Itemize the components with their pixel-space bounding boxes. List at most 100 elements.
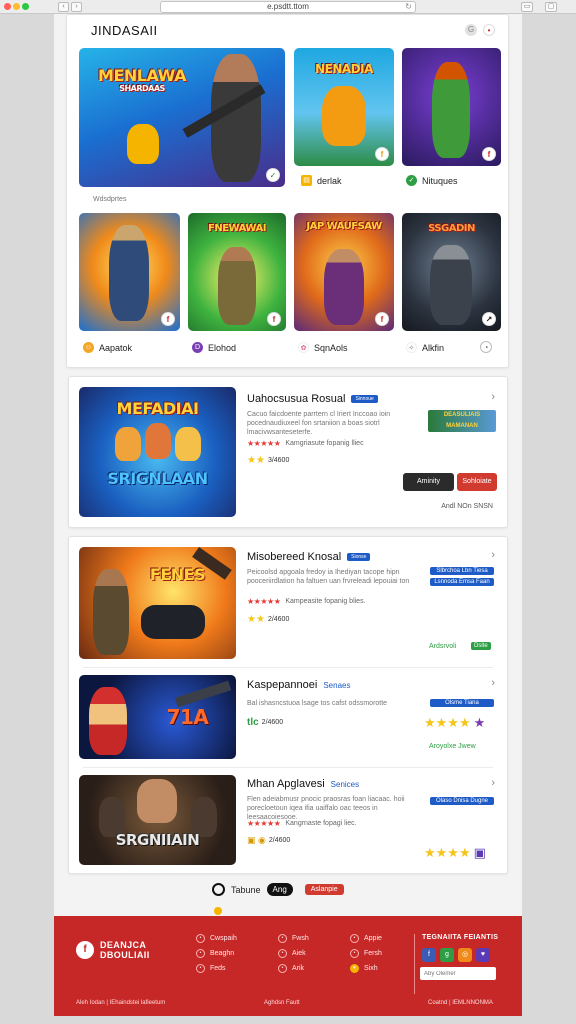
footer-brand[interactable]: f DEANJCA DBOULIAII	[76, 940, 150, 960]
rating-count: 2/4600	[267, 616, 290, 623]
link-icon: •	[196, 949, 205, 958]
listing-description: Cacuo faicdoente parrtern cl Iriert Incc…	[247, 411, 391, 436]
weapon-shape	[174, 680, 232, 708]
score-row: ▣ ◉ 2/4600	[247, 835, 290, 846]
social-facebook-icon[interactable]: f	[422, 948, 436, 962]
character-figure	[175, 427, 201, 461]
art-subtitle: SRIGNLAAN	[107, 469, 208, 488]
social-share-icon[interactable]: g	[440, 948, 454, 962]
newsletter-input[interactable]	[420, 967, 496, 980]
character-figure	[109, 225, 149, 321]
listing-title[interactable]: Uahocsusua Rosual Sinnoue	[247, 393, 378, 405]
tile-title: SSGADIN	[428, 223, 475, 234]
footer-link[interactable]: • Appie	[350, 934, 382, 943]
forward-button[interactable]: ›	[71, 2, 82, 12]
list-icon: ▤	[301, 175, 312, 186]
footer-link[interactable]: • Feds	[196, 964, 226, 973]
caption-label: derlak	[317, 175, 342, 186]
footer-link[interactable]: • Fwsh	[278, 934, 309, 943]
listing-title[interactable]: Kaspepannoei Senaes	[247, 679, 350, 691]
category-tag: Sionse	[347, 553, 371, 562]
featured-game-tile-3[interactable]: f	[402, 48, 501, 166]
reload-icon[interactable]: ↻	[405, 2, 412, 12]
footer-center-text[interactable]: Aghdsn Fautt	[264, 1000, 300, 1006]
social-heart-icon[interactable]: ♥	[476, 948, 490, 962]
footer-link[interactable]: ♥ Sixh	[350, 964, 378, 973]
control-label[interactable]: Tabune	[231, 885, 261, 895]
character-figure	[145, 423, 171, 459]
featured-game-tile-2[interactable]: NENADIA f	[294, 48, 394, 166]
minimize-window-button[interactable]	[13, 3, 20, 10]
tag-button[interactable]: Ang	[266, 883, 293, 896]
listing-title[interactable]: Misobereed Knosal Sionse	[247, 551, 371, 563]
info-pill[interactable]: Olaso Dnisa Dugne	[430, 797, 494, 805]
subscribe-button[interactable]: Sohloiate	[457, 473, 497, 491]
maximize-window-button[interactable]	[22, 3, 29, 10]
badge-icon: f	[375, 312, 389, 326]
chevron-right-icon[interactable]: ›	[491, 549, 495, 561]
page: JINDASAII G • MENLAWA SHARDAAS ✓ NENADIA…	[54, 14, 522, 1016]
site-brand[interactable]: JINDASAII	[91, 23, 158, 38]
bottom-controls: Tabune Ang Aslanpie	[212, 883, 344, 896]
notification-icon[interactable]: •	[483, 24, 495, 36]
activity-button[interactable]: Aminity	[403, 473, 454, 491]
badge-icon: f	[267, 312, 281, 326]
game-caption-1[interactable]: ☺ Aapatok	[83, 342, 132, 353]
toggle-icon[interactable]	[212, 883, 225, 896]
game-tile-3[interactable]: JAP WAUFSAW f	[294, 213, 394, 331]
apply-button[interactable]: Aslanpie	[304, 884, 344, 895]
footer-divider	[414, 934, 415, 994]
info-pill[interactable]: Lsnnoda Emsa Faan	[430, 578, 494, 586]
game-thumb[interactable]: DEASULIAIS MAMANAN	[428, 410, 496, 432]
info-pill[interactable]: Slbrchoa Lbn Tiesa	[430, 567, 494, 575]
footer-link[interactable]: • Fersh	[350, 949, 382, 958]
footer-link[interactable]: • Cwspaih	[196, 934, 237, 943]
featured-game-tile-1[interactable]: MENLAWA SHARDAAS ✓	[79, 48, 285, 187]
character-figure	[137, 779, 177, 823]
brand-logo-icon: f	[76, 941, 94, 959]
chevron-right-icon[interactable]: ›	[491, 391, 495, 403]
coin-icon: ▣ ◉	[247, 835, 266, 845]
game-tile-4[interactable]: SSGADIN ↗	[402, 213, 501, 331]
listing-title[interactable]: Mhan Apglavesi Senices	[247, 778, 359, 790]
share-icon[interactable]: ▢	[545, 2, 557, 12]
game-caption-3[interactable]: ✿ SqnAols	[298, 342, 348, 353]
title-text: Kaspepannoei	[247, 679, 318, 691]
social-media-icon[interactable]: ◎	[458, 948, 472, 962]
footer-legal-link[interactable]: Coatnd | IEMLNNONMA	[428, 1000, 493, 1006]
address-bar[interactable]: e.psdtt.ttom ↻	[160, 1, 416, 13]
timer-icon[interactable]: ◔	[480, 341, 492, 353]
link-label: Arik	[292, 965, 305, 972]
gamepad-icon	[141, 605, 205, 639]
close-window-button[interactable]	[4, 3, 11, 10]
caption-label: Aapatok	[99, 342, 133, 353]
game-listing-1[interactable]: MEFADIAI SRIGNLAAN Uahocsusua Rosual Sinn…	[68, 376, 508, 528]
caption-label: Alkfin	[422, 342, 445, 353]
footer-link[interactable]: • Arik	[278, 964, 304, 973]
status-badge: Dsite	[471, 642, 491, 650]
character-figure	[115, 427, 141, 461]
footer-link[interactable]: • Beaghn	[196, 949, 234, 958]
listing-art: MEFADIAI SRIGNLAAN	[79, 387, 236, 517]
link-label: Cwspaih	[210, 935, 237, 942]
listing-art: 71A	[79, 675, 236, 759]
character-figure	[127, 124, 159, 164]
featured-caption-1[interactable]: ▤ derlak	[301, 175, 342, 186]
chevron-right-icon[interactable]: ›	[491, 777, 495, 789]
score-row: tlc 2/4600	[247, 717, 283, 728]
featured-caption-2[interactable]: ✓ Nituques	[406, 175, 458, 186]
game-caption-2[interactable]: D Elohod	[192, 342, 236, 353]
game-caption-4[interactable]: ✧ Alkfin	[406, 342, 444, 353]
footer-copyright: Aleh Iodan | IEhaindstei lafieetum	[76, 1000, 166, 1006]
back-button[interactable]: ‹	[58, 2, 69, 12]
info-pill[interactable]: Olsme Tiana	[430, 699, 494, 707]
game-tile-1[interactable]: f	[79, 213, 180, 331]
art-title: 71A	[166, 705, 209, 729]
account-icon[interactable]: G	[465, 24, 477, 36]
game-tile-2[interactable]: FNEWAWAI f	[188, 213, 286, 331]
footer-link[interactable]: • Aiek	[278, 949, 306, 958]
chevron-right-icon[interactable]: ›	[491, 677, 495, 689]
tile-title: NENADIA	[315, 62, 373, 76]
tabs-icon[interactable]: ▭	[521, 2, 533, 12]
character-figure	[89, 687, 127, 755]
